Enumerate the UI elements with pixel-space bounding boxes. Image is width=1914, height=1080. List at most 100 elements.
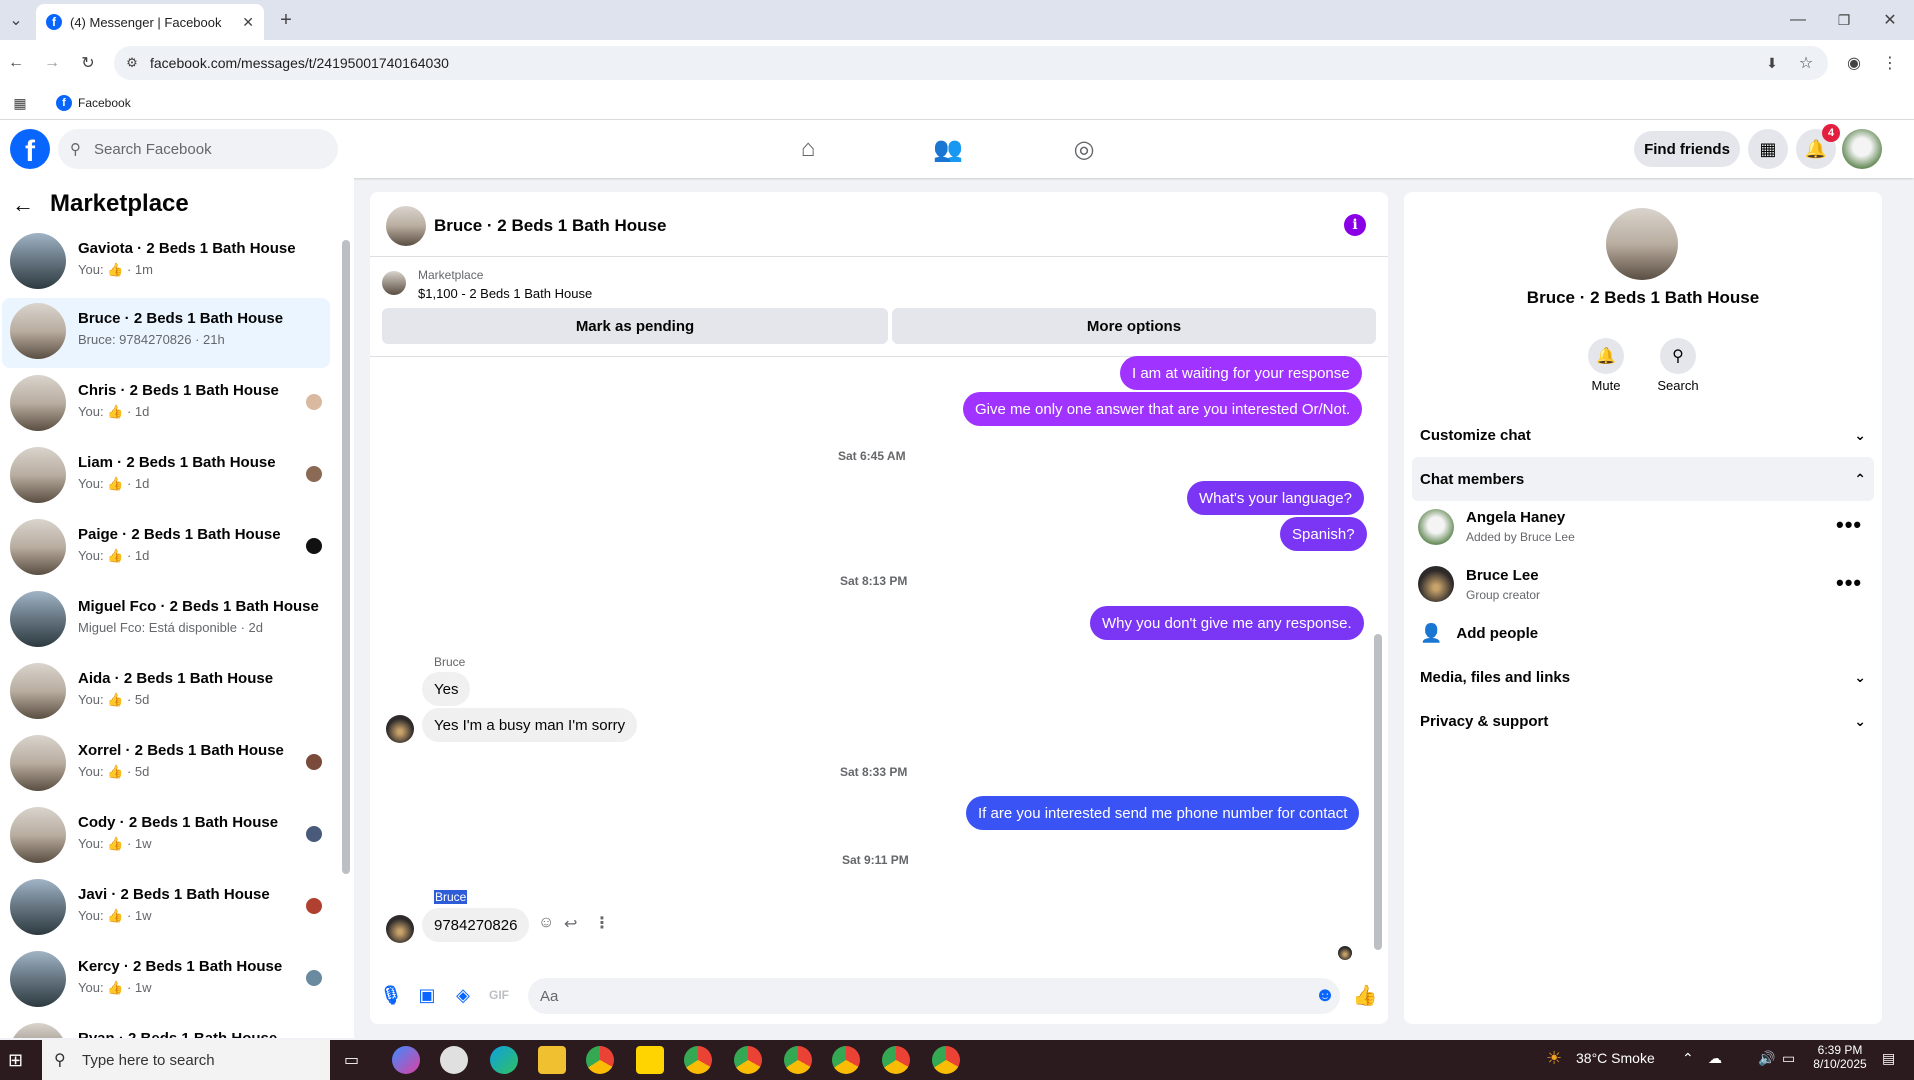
conversation-item-gaviota[interactable]: Gaviota · 2 Beds 1 Bath House You: 👍 · 1…: [2, 228, 330, 298]
install-icon[interactable]: ⬇: [1758, 49, 1786, 77]
message-bubble-incoming[interactable]: Yes: [422, 672, 471, 706]
bookmark-star-icon[interactable]: ☆: [1792, 49, 1820, 77]
more-options-button[interactable]: More options: [892, 308, 1376, 344]
conversation-item-aida[interactable]: Aida · 2 Beds 1 Bath House You: 👍 · 5d: [2, 658, 330, 728]
conversation-item-kercy[interactable]: Kercy · 2 Beds 1 Bath House You: 👍 · 1w: [2, 946, 330, 1016]
chrome-profile-icon[interactable]: [734, 1046, 762, 1074]
sticker-icon[interactable]: ◈: [450, 982, 476, 1008]
back-arrow-icon[interactable]: ←: [12, 192, 34, 218]
chat-title[interactable]: Bruce · 2 Beds 1 Bath House: [434, 216, 666, 236]
chat-scrollbar[interactable]: [1374, 634, 1382, 950]
facebook-logo-icon[interactable]: f: [10, 129, 50, 169]
member-avatar[interactable]: [1418, 509, 1454, 545]
chrome-profile-icon[interactable]: [832, 1046, 860, 1074]
member-name[interactable]: Angela Haney: [1466, 509, 1565, 526]
conversation-item-xorrel[interactable]: Xorrel · 2 Beds 1 Bath House You: 👍 · 5d: [2, 730, 330, 800]
volume-icon[interactable]: 🔊: [1758, 1050, 1775, 1067]
member-name[interactable]: Bruce Lee: [1466, 567, 1539, 584]
file-explorer-icon[interactable]: [538, 1046, 566, 1074]
new-tab-icon[interactable]: +: [272, 6, 300, 34]
back-icon[interactable]: ←: [2, 49, 30, 77]
message-bubble-outgoing[interactable]: I am at waiting for your response: [1120, 356, 1362, 390]
chat-members-row[interactable]: Chat members ⌃: [1412, 457, 1874, 501]
url-input[interactable]: facebook.com/messages/t/2419500174016403…: [114, 46, 1828, 80]
message-bubble-outgoing[interactable]: Give me only one answer that are you int…: [963, 392, 1363, 426]
taskbar-search-input[interactable]: Type here to search: [42, 1040, 330, 1080]
bookmark-facebook[interactable]: f Facebook: [56, 92, 131, 114]
conversation-item-miguel[interactable]: Miguel Fco · 2 Beds 1 Bath House Miguel …: [2, 586, 330, 656]
conversation-item-bruce[interactable]: Bruce · 2 Beds 1 Bath House Bruce: 97842…: [2, 298, 330, 368]
conversation-item-liam[interactable]: Liam · 2 Beds 1 Bath House You: 👍 · 1d: [2, 442, 330, 512]
friends-icon[interactable]: 👥: [930, 131, 966, 167]
customize-chat-row[interactable]: Customize chat ⌄: [1412, 413, 1874, 457]
message-bubble-outgoing[interactable]: If are you interested send me phone numb…: [966, 796, 1360, 830]
reload-icon[interactable]: ↻: [74, 49, 102, 77]
clock[interactable]: 6:39 PM 8/10/2025: [1808, 1043, 1872, 1071]
photo-icon[interactable]: ▣: [414, 982, 440, 1008]
apps-grid-icon[interactable]: ▦: [6, 89, 34, 117]
notification-center-icon[interactable]: ▤: [1882, 1050, 1895, 1067]
mark-as-pending-button[interactable]: Mark as pending: [382, 308, 888, 344]
emoji-icon[interactable]: ☻: [1312, 982, 1338, 1008]
network-icon[interactable]: ☁: [1708, 1050, 1722, 1067]
sender-avatar[interactable]: [386, 915, 414, 943]
facebook-search-input[interactable]: Search Facebook: [58, 129, 338, 169]
add-people-row[interactable]: 👤 Add people: [1412, 611, 1874, 655]
conversation-item-paige[interactable]: Paige · 2 Beds 1 Bath House You: 👍 · 1d: [2, 514, 330, 584]
profile-icon[interactable]: ◉: [1840, 49, 1868, 77]
thumbs-up-icon[interactable]: 👍: [1352, 982, 1378, 1008]
chat-avatar[interactable]: [386, 206, 426, 246]
message-bubble-incoming[interactable]: Yes I'm a busy man I'm sorry: [422, 708, 638, 742]
chrome-icon[interactable]: [586, 1046, 614, 1074]
chrome-active-icon[interactable]: [882, 1046, 910, 1074]
listing-thumbnail[interactable]: [382, 271, 406, 295]
app-icon[interactable]: [440, 1046, 468, 1074]
info-icon[interactable]: i: [1344, 214, 1366, 236]
more-actions-icon[interactable]: ⋮: [594, 913, 610, 933]
microphone-icon[interactable]: 🎙: [378, 982, 404, 1008]
mute-bell-icon[interactable]: 🔔: [1588, 338, 1624, 374]
media-files-links-row[interactable]: Media, files and links ⌄: [1412, 655, 1874, 699]
menu-grid-icon[interactable]: ▦: [1748, 129, 1788, 169]
minimize-icon[interactable]: —: [1784, 6, 1812, 34]
conversation-avatar[interactable]: [1606, 208, 1678, 280]
sender-avatar[interactable]: [386, 715, 414, 743]
edge-icon[interactable]: [490, 1046, 518, 1074]
find-friends-button[interactable]: Find friends: [1634, 131, 1740, 167]
listing-price[interactable]: $1,100 - 2 Beds 1 Bath House: [418, 286, 592, 301]
tab-search-icon[interactable]: ⌄: [2, 6, 30, 34]
message-input[interactable]: Aa: [528, 978, 1340, 1014]
conversation-item-chris[interactable]: Chris · 2 Beds 1 Bath House You: 👍 · 1d: [2, 370, 330, 440]
copilot-icon[interactable]: [392, 1046, 420, 1074]
browser-tab[interactable]: f (4) Messenger | Facebook ✕: [36, 4, 264, 40]
restore-icon[interactable]: ❐: [1830, 6, 1858, 34]
chrome-profile-icon[interactable]: [684, 1046, 712, 1074]
chrome-profile-icon[interactable]: [784, 1046, 812, 1074]
conversation-item-javi[interactable]: Javi · 2 Beds 1 Bath House You: 👍 · 1w: [2, 874, 330, 944]
battery-icon[interactable]: ▭: [1782, 1050, 1795, 1067]
site-info-icon[interactable]: ⚙: [118, 49, 146, 77]
message-bubble-incoming[interactable]: 9784270826: [422, 908, 530, 942]
message-bubble-outgoing[interactable]: Why you don't give me any response.: [1090, 606, 1364, 640]
groups-icon[interactable]: ◎: [1066, 131, 1102, 167]
privacy-support-row[interactable]: Privacy & support ⌄: [1412, 699, 1874, 743]
window-close-icon[interactable]: ✕: [1876, 6, 1904, 34]
tray-chevron-icon[interactable]: ⌃: [1682, 1050, 1694, 1067]
sticky-notes-icon[interactable]: [636, 1046, 664, 1074]
message-bubble-outgoing[interactable]: Spanish?: [1280, 517, 1367, 551]
conversation-item-ryan[interactable]: Ryan · 2 Beds 1 Bath House: [2, 1018, 330, 1038]
tab-close-icon[interactable]: ✕: [242, 14, 254, 31]
sidebar-scrollbar[interactable]: [342, 240, 350, 874]
chrome-profile-icon[interactable]: [932, 1046, 960, 1074]
task-view-icon[interactable]: ▭: [344, 1050, 359, 1070]
account-avatar[interactable]: [1842, 129, 1882, 169]
weather-text[interactable]: 38°C Smoke: [1576, 1050, 1655, 1066]
conversation-item-cody[interactable]: Cody · 2 Beds 1 Bath House You: 👍 · 1w: [2, 802, 330, 872]
forward-icon[interactable]: →: [38, 49, 66, 77]
message-bubble-outgoing[interactable]: What's your language?: [1187, 481, 1364, 515]
gif-icon[interactable]: GIF: [486, 982, 512, 1008]
member-avatar[interactable]: [1418, 566, 1454, 602]
reply-icon[interactable]: ↩: [564, 914, 577, 934]
react-emoji-icon[interactable]: ☺: [538, 914, 554, 932]
member-options-icon[interactable]: •••: [1836, 512, 1862, 538]
